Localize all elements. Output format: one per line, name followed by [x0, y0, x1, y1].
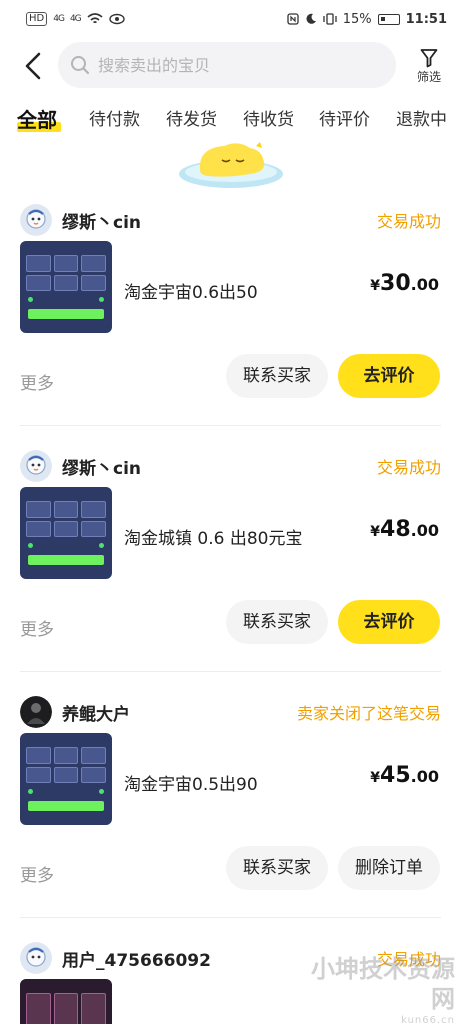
- order-status: 交易成功: [376, 458, 441, 477]
- order-status: 卖家关闭了这笔交易: [296, 704, 441, 723]
- status-right: 15% 11:51: [287, 12, 447, 27]
- buyer-name[interactable]: 用户_475666092: [62, 946, 211, 971]
- vibrate-icon: [323, 13, 337, 25]
- item-price: ¥45.00: [370, 763, 439, 788]
- hd-chip: HD: [26, 12, 48, 26]
- filter-label: 筛选: [416, 69, 441, 84]
- buyer-name[interactable]: 养鲲大户: [62, 700, 130, 725]
- clock: 11:51: [405, 11, 447, 27]
- buyer-avatar[interactable]: [20, 450, 52, 482]
- signal-4g-icon: 4G: [53, 14, 65, 24]
- buyer-avatar[interactable]: [20, 204, 52, 236]
- item-title[interactable]: 淘金宇宙0.5出90: [124, 770, 258, 795]
- filter-button[interactable]: 筛选: [408, 42, 450, 90]
- order-tabs: 全部 待付款 待发货 待收货 待评价 退款中: [0, 102, 461, 138]
- divider: [20, 671, 441, 672]
- tab-pending-shipment[interactable]: 待发货: [166, 102, 217, 138]
- buyer-avatar[interactable]: [20, 942, 52, 974]
- delete-order-button[interactable]: 删除订单: [338, 846, 440, 890]
- buyer-name[interactable]: 缪斯丶cin: [62, 454, 141, 479]
- signal-4g-icon-2: 4G: [69, 14, 82, 24]
- search-input[interactable]: [98, 55, 358, 75]
- search-icon: [71, 56, 90, 75]
- order-status: 交易成功: [376, 212, 441, 231]
- thumb-grid: [26, 501, 106, 537]
- thumb-grid: [26, 747, 106, 783]
- contact-buyer-button[interactable]: 联系买家: [226, 600, 328, 644]
- status-left: HD 4G 4G: [26, 12, 125, 26]
- tab-refunding[interactable]: 退款中: [396, 102, 447, 138]
- order-card: 缪斯丶cin 交易成功 淘金城镇 0.6 出80元宝 ¥48.00 更多 联系买…: [0, 442, 461, 688]
- item-thumbnail[interactable]: [20, 487, 112, 579]
- item-price: ¥30.00: [370, 271, 439, 296]
- order-card: 缪斯丶cin 交易成功 淘金宇宙0.6出50 ¥30.00 更多 联系买家 去评…: [0, 196, 461, 442]
- more-link[interactable]: 更多: [20, 615, 54, 640]
- item-title[interactable]: 淘金宇宙0.6出50: [124, 278, 258, 303]
- search-box[interactable]: [58, 42, 396, 88]
- back-button[interactable]: [8, 40, 58, 92]
- item-price: ¥48.00: [370, 517, 439, 542]
- more-link[interactable]: 更多: [20, 861, 54, 886]
- item-thumbnail[interactable]: [20, 733, 112, 825]
- more-link[interactable]: 更多: [20, 369, 54, 394]
- battery-percent: 15%: [342, 11, 372, 27]
- review-button[interactable]: 去评价: [338, 600, 440, 644]
- buyer-name[interactable]: 缪斯丶cin: [62, 208, 141, 233]
- divider: [20, 917, 441, 918]
- review-button[interactable]: 去评价: [338, 354, 440, 398]
- tab-pending-payment[interactable]: 待付款: [89, 102, 140, 138]
- watermark: 小坤技术资源网 kun66.cn: [310, 954, 455, 1024]
- buyer-row: 缪斯丶cin 交易成功: [20, 204, 441, 236]
- watermark-text: 小坤技术资源网: [311, 955, 455, 1013]
- battery-icon: [377, 13, 400, 25]
- tab-pending-review[interactable]: 待评价: [319, 102, 370, 138]
- buyer-avatar[interactable]: [20, 696, 52, 728]
- divider: [20, 425, 441, 426]
- order-card: 养鲲大户 卖家关闭了这笔交易 淘金宇宙0.5出90 ¥45.00 更多 联系买家…: [0, 688, 461, 934]
- wifi-icon: [87, 13, 103, 24]
- tab-pending-receipt[interactable]: 待收货: [243, 102, 294, 138]
- nfc-icon: [287, 13, 299, 25]
- back-arrow-icon: [25, 52, 41, 80]
- buyer-row: 养鲲大户 卖家关闭了这笔交易: [20, 696, 441, 728]
- buyer-row: 缪斯丶cin 交易成功: [20, 450, 441, 482]
- filter-icon: [420, 48, 438, 67]
- item-thumbnail[interactable]: [20, 241, 112, 333]
- contact-buyer-button[interactable]: 联系买家: [226, 354, 328, 398]
- tab-all[interactable]: 全部: [17, 102, 57, 138]
- contact-buyer-button[interactable]: 联系买家: [226, 846, 328, 890]
- item-thumbnail[interactable]: [20, 979, 112, 1024]
- status-bar: HD 4G 4G 15% 11:51: [0, 0, 461, 38]
- eye-icon: [108, 13, 125, 25]
- watermark-site: kun66.cn: [401, 1015, 455, 1024]
- thumb-grid: [26, 255, 106, 291]
- refresh-duck-illustration: [179, 142, 283, 188]
- moon-icon: [306, 13, 316, 24]
- header: 筛选: [0, 40, 461, 92]
- item-title[interactable]: 淘金城镇 0.6 出80元宝: [124, 524, 302, 549]
